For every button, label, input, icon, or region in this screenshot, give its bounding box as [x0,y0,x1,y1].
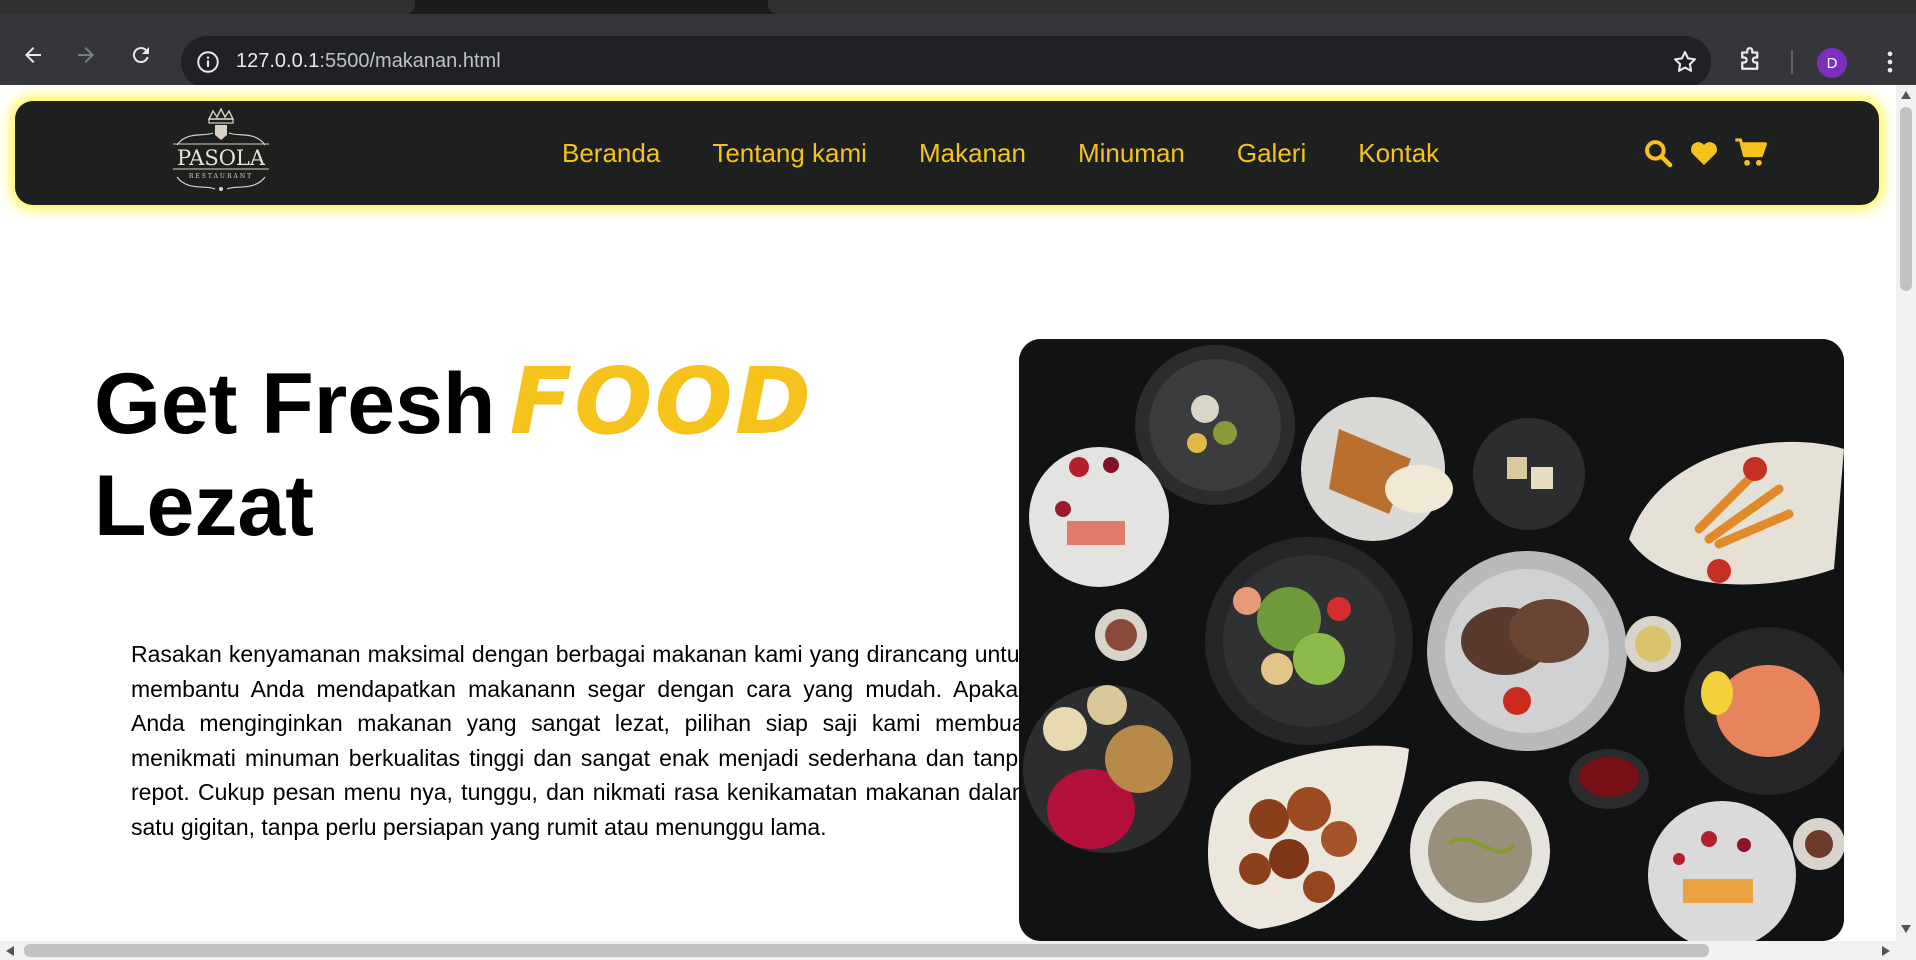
food-spread-image [1019,339,1844,941]
browser-menu-icon[interactable] [1876,48,1904,81]
hero-title-accent: FOOD [509,348,814,455]
heart-icon[interactable] [1688,137,1720,169]
nav-link-tentang-kami[interactable]: Tentang kami [712,138,867,169]
address-bar[interactable]: 127.0.0.1:5500/makanan.html [181,36,1711,88]
vertical-scroll-thumb[interactable] [1900,107,1912,291]
hero-title: Get Fresh FOOD Lezat [94,351,813,557]
hero-description: Rasakan kenyamanan maksimal dengan berba… [131,641,1031,840]
site-navbar: PASOLA RESTAURANT Beranda Tentang kami M… [15,101,1879,205]
back-button[interactable] [14,36,52,74]
url-host: 127.0.0.1 [236,50,320,72]
browser-tab[interactable] [0,0,415,14]
scroll-right-arrow-icon[interactable] [1882,946,1890,956]
extensions-puzzle-icon[interactable] [1736,45,1766,80]
horizontal-scrollbar[interactable] [0,941,1896,960]
logo-text: PASOLA [177,146,266,170]
pasola-logo[interactable]: PASOLA RESTAURANT [163,107,279,197]
vertical-scrollbar[interactable] [1896,85,1916,941]
browser-toolbar: 127.0.0.1:5500/makanan.html D [0,14,1916,88]
scroll-down-arrow-icon[interactable] [1901,925,1911,933]
hero-title-part1: Get Fresh [94,356,496,452]
reload-icon [132,47,149,64]
nav-link-beranda[interactable]: Beranda [562,138,660,169]
nav-link-galeri[interactable]: Galeri [1237,138,1306,169]
search-icon[interactable] [1642,137,1674,169]
horizontal-scroll-thumb[interactable] [24,944,1709,957]
profile-initial: D [1826,54,1838,72]
main-nav: Beranda Tentang kami Makanan Minuman Gal… [562,101,1491,205]
nav-actions [1642,137,1782,169]
site-info-icon[interactable] [195,49,221,80]
bookmark-star-icon[interactable] [1671,48,1699,81]
arrow-left-icon [25,47,41,63]
toolbar-separator [1791,50,1793,74]
scroll-left-arrow-icon[interactable] [6,946,14,956]
scrollbar-corner [1896,941,1916,960]
profile-avatar[interactable]: D [1817,48,1847,78]
nav-link-kontak[interactable]: Kontak [1358,138,1439,169]
nav-link-makanan[interactable]: Makanan [919,138,1026,169]
tab-strip-background [768,0,1916,14]
reload-button[interactable] [122,36,160,74]
cart-icon[interactable] [1734,137,1768,169]
nav-link-minuman[interactable]: Minuman [1078,138,1185,169]
tab-strip [0,0,1916,14]
forward-button[interactable] [67,36,105,74]
url-path: :5500/makanan.html [319,50,501,72]
url-text[interactable]: 127.0.0.1:5500/makanan.html [236,50,501,73]
logo-subtext: RESTAURANT [189,173,253,180]
arrow-right-icon [78,47,94,63]
scroll-up-arrow-icon[interactable] [1901,91,1911,99]
hero-title-part2: Lezat [94,458,314,554]
page-viewport: PASOLA RESTAURANT Beranda Tentang kami M… [0,85,1896,941]
